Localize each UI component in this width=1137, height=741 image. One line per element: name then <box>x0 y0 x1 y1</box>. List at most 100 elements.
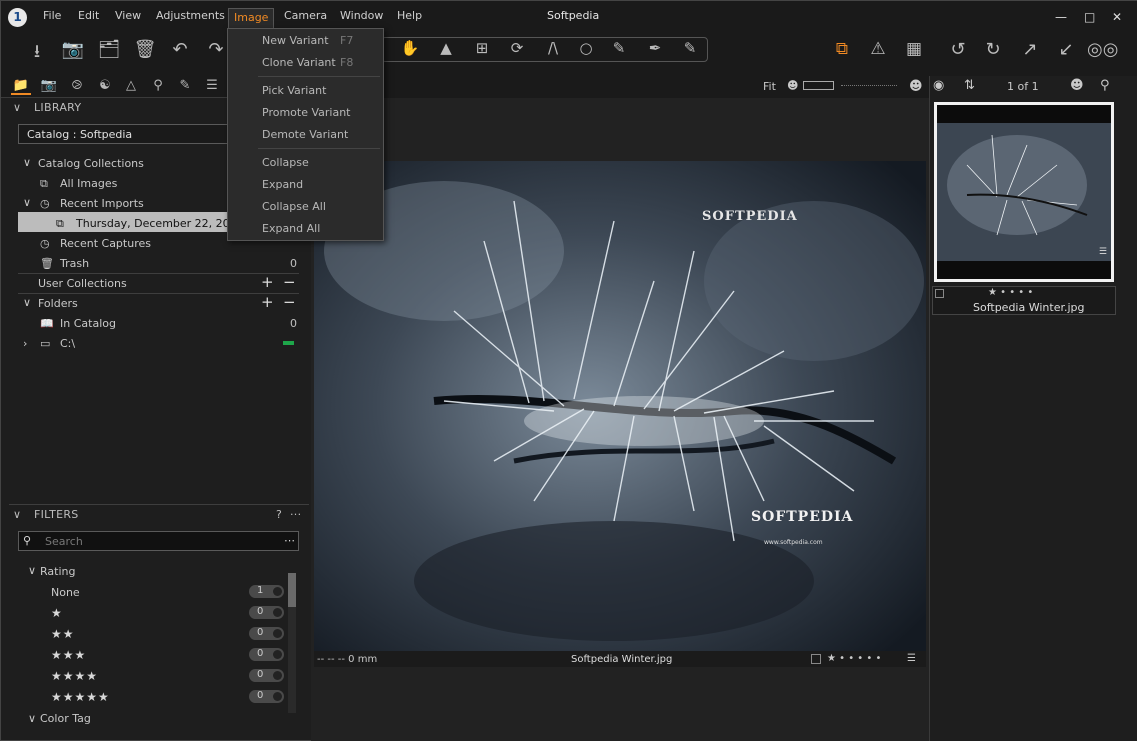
menu-help[interactable]: Help <box>395 9 424 22</box>
tab-color-icon[interactable]: ☯ <box>95 78 115 93</box>
catalog-select[interactable]: Catalog : Softpedia <box>18 124 228 144</box>
menu-item-pick-variant[interactable]: Pick Variant <box>262 84 326 97</box>
close-icon[interactable]: ✕ <box>1112 10 1122 24</box>
import-icon[interactable]: ⭳ <box>24 39 50 69</box>
thumbnail-checkbox[interactable] <box>935 289 944 298</box>
menu-window[interactable]: Window <box>338 9 385 22</box>
main-image[interactable]: SOFTPEDIA SOFTPEDIA www.softpedia.com <box>314 161 926 651</box>
copy-adjustments-icon[interactable]: ↗ <box>1017 39 1043 60</box>
rating-4-label[interactable]: ★★★★ <box>51 669 98 683</box>
chevron-down-icon[interactable]: ∨ <box>23 296 31 309</box>
tab-capture-icon[interactable]: 📷 <box>39 78 59 93</box>
folders-label[interactable]: Folders <box>38 297 78 310</box>
tree-item-recent-captures[interactable]: Recent Captures <box>60 237 151 250</box>
tab-library-icon[interactable]: 📁 <box>11 78 31 95</box>
eye-icon[interactable]: ◉ <box>933 78 944 93</box>
tab-metadata-icon[interactable]: ☰ <box>202 78 222 93</box>
camera-icon[interactable]: 📷 <box>60 39 86 60</box>
rotate-tool-icon[interactable]: ⟳ <box>504 39 530 57</box>
thumbnail-rating[interactable]: ★ • • • • <box>988 287 1033 298</box>
chevron-right-icon[interactable]: › <box>23 337 27 350</box>
tab-exposure-icon[interactable]: △ <box>121 78 141 93</box>
remove-collection-icon[interactable]: − <box>283 273 296 291</box>
tree-item-in-catalog[interactable]: In Catalog <box>60 317 116 330</box>
rating-5-toggle[interactable]: 0 <box>249 690 284 703</box>
brush-icon[interactable]: ✎ <box>606 39 632 57</box>
rotate-right-icon[interactable]: ↻ <box>980 39 1006 60</box>
library-collapse-icon[interactable]: ∨ <box>13 101 21 114</box>
remove-folder-icon[interactable]: − <box>283 293 296 311</box>
rating-filter-title[interactable]: Rating <box>40 565 75 578</box>
menu-item-new-variant[interactable]: New Variant <box>262 34 329 47</box>
circle-mask-icon[interactable]: ○ <box>573 39 599 57</box>
menu-item-collapse-all[interactable]: Collapse All <box>262 200 326 213</box>
search-icon[interactable]: ⚲ <box>1100 78 1110 93</box>
rating-2-label[interactable]: ★★ <box>51 627 75 641</box>
export-folder-icon[interactable]: 🗂 <box>96 39 122 60</box>
zoom-level[interactable]: Fit <box>763 80 776 93</box>
menu-edit[interactable]: Edit <box>76 9 101 22</box>
sort-icon[interactable]: ⇅ <box>964 78 975 93</box>
menu-camera[interactable]: Camera <box>282 9 329 22</box>
chevron-down-icon[interactable]: ∨ <box>28 712 36 725</box>
menu-item-clone-variant[interactable]: Clone Variant <box>262 56 336 69</box>
tree-item-import-date[interactable]: Thursday, December 22, 2016 <box>76 217 244 230</box>
menu-lines-icon[interactable]: ☰ <box>907 653 916 664</box>
color-tag-filter-title[interactable]: Color Tag <box>40 712 91 725</box>
pan-hand-icon[interactable]: ✋ <box>397 39 423 57</box>
rating-4-toggle[interactable]: 0 <box>249 669 284 682</box>
tab-details-icon[interactable]: ⚲ <box>148 78 168 93</box>
tab-adjustments-icon[interactable]: ✎ <box>175 78 195 93</box>
keystone-icon[interactable]: ▲ <box>433 39 459 57</box>
menu-item-demote-variant[interactable]: Demote Variant <box>262 128 348 141</box>
redo-icon[interactable]: ↷ <box>203 39 229 60</box>
grid-icon[interactable]: ▦ <box>901 39 927 59</box>
filters-more-button[interactable]: ··· <box>290 508 301 521</box>
thumbnail[interactable]: ☰ <box>934 102 1114 282</box>
chevron-down-icon[interactable]: ∨ <box>23 156 31 169</box>
tab-lens-icon[interactable]: ⧁ <box>67 78 87 93</box>
menu-file[interactable]: File <box>41 9 63 22</box>
undo-icon[interactable]: ↶ <box>167 39 193 60</box>
crop-icon[interactable]: ⊞ <box>469 39 495 57</box>
rating-3-label[interactable]: ★★★ <box>51 648 86 662</box>
zoom-track[interactable] <box>841 85 897 86</box>
annotate-icon[interactable]: ✎ <box>677 39 703 57</box>
exposure-warning-icon[interactable]: ⚠ <box>865 39 891 59</box>
menu-adjustments[interactable]: Adjustments <box>154 9 227 22</box>
menu-view[interactable]: View <box>113 9 143 22</box>
rating-none-label[interactable]: None <box>51 586 80 599</box>
rating-1-label[interactable]: ★ <box>51 606 63 620</box>
maximize-icon[interactable]: □ <box>1084 10 1095 24</box>
straighten-icon[interactable]: /\ <box>540 39 566 57</box>
thumbnail-menu-icon[interactable]: ☰ <box>1099 247 1107 257</box>
filters-scrollbar-thumb[interactable] <box>288 573 296 607</box>
picker-icon[interactable]: ✒ <box>642 39 668 57</box>
rotate-left-icon[interactable]: ↺ <box>945 39 971 60</box>
menu-item-expand[interactable]: Expand <box>262 178 303 191</box>
glasses-icon[interactable]: ◎◎ <box>1087 39 1118 60</box>
rating-2-toggle[interactable]: 0 <box>249 627 284 640</box>
select-checkbox[interactable] <box>811 654 821 664</box>
menu-item-collapse[interactable]: Collapse <box>262 156 309 169</box>
zoom-slider[interactable] <box>803 81 834 90</box>
person-icon[interactable]: ☻ <box>1070 78 1084 93</box>
viewer-rating[interactable]: ★ • • • • • <box>827 653 881 664</box>
minimize-icon[interactable]: — <box>1055 10 1067 24</box>
multi-view-icon[interactable]: ⧉ <box>829 39 855 59</box>
tree-item-all-images[interactable]: All Images <box>60 177 117 190</box>
rating-5-label[interactable]: ★★★★★ <box>51 690 110 704</box>
filters-collapse-icon[interactable]: ∨ <box>13 508 21 521</box>
catalog-collections-label[interactable]: Catalog Collections <box>38 157 144 170</box>
menu-item-expand-all[interactable]: Expand All <box>262 222 320 235</box>
trash-icon[interactable]: 🗑 <box>132 39 158 60</box>
rating-3-toggle[interactable]: 0 <box>249 648 284 661</box>
chevron-down-icon[interactable]: ∨ <box>28 564 36 577</box>
add-folder-icon[interactable]: + <box>261 293 274 311</box>
add-collection-icon[interactable]: + <box>261 273 274 291</box>
tree-item-drive-c[interactable]: C:\ <box>60 337 75 350</box>
tree-item-trash[interactable]: Trash <box>60 257 89 270</box>
menu-item-promote-variant[interactable]: Promote Variant <box>262 106 351 119</box>
tree-item-recent-imports[interactable]: Recent Imports <box>60 197 144 210</box>
rating-none-toggle[interactable]: 1 <box>249 585 284 598</box>
